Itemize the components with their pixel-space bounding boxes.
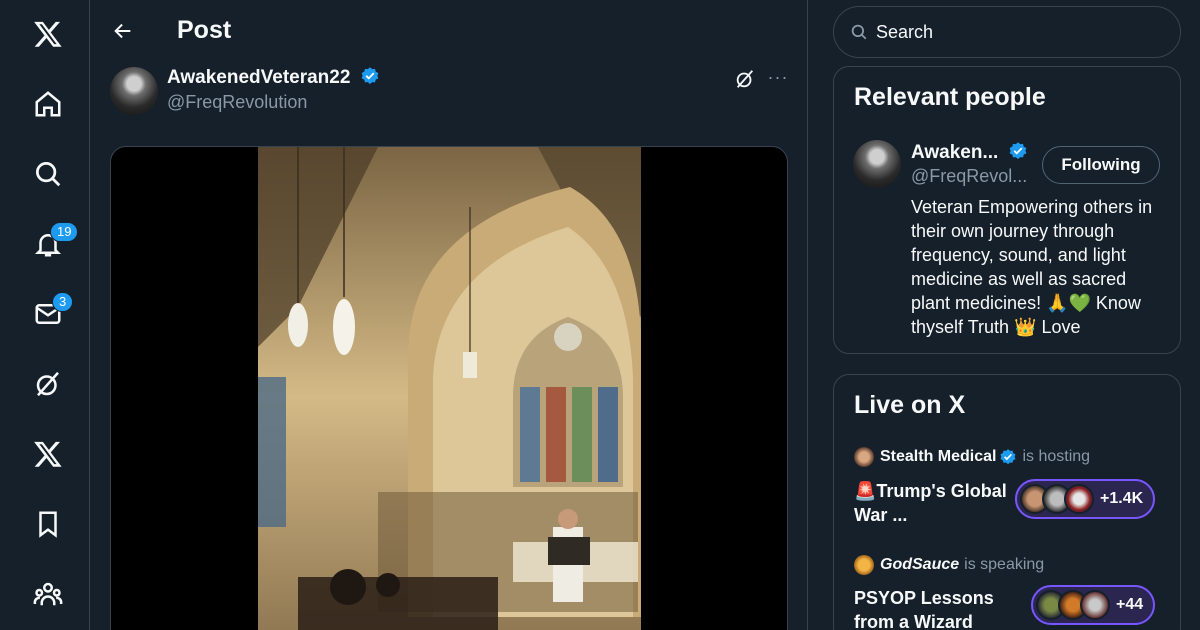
space-listeners[interactable]: +44 [1031,585,1156,625]
search-input[interactable]: Search [833,6,1181,58]
live-on-x-title: Live on X [854,391,966,419]
relevant-people-title: Relevant people [854,83,1046,111]
home-icon[interactable] [26,82,70,126]
bookmarks-icon[interactable] [26,502,70,546]
host-avatar [854,447,874,467]
verified-badge-icon [361,67,379,85]
space-host-row: Stealth Medical is hosting [854,447,1090,467]
right-sidebar: Search Relevant people Awaken... @FreqRe… [808,0,1200,630]
listener-count: +44 [1116,596,1144,613]
space-host-name: GodSauce [880,556,960,573]
following-button[interactable]: Following [1042,146,1160,184]
author-avatar[interactable] [110,67,158,115]
notifications-bell-icon[interactable]: 19 [26,222,79,266]
church-interior-image [258,147,641,630]
verified-badge-icon [1009,142,1026,160]
notifications-badge: 19 [50,222,79,242]
back-arrow-icon[interactable] [108,14,138,48]
grok-explain-icon[interactable] [734,68,756,90]
listener-avatar [1064,484,1094,514]
listener-avatar [1080,590,1110,620]
author-name: AwakenedVeteran22 [167,67,351,88]
grok-icon[interactable] [26,362,70,406]
space-host-row: GodSauce is speaking [854,555,1044,575]
left-navigation: 19 3 [0,0,90,630]
messages-badge: 3 [52,292,74,312]
space-title[interactable]: PSYOP Lessons from a Wizard [854,586,1014,630]
explore-search-icon[interactable] [26,152,70,196]
messages-envelope-icon[interactable]: 3 [26,292,74,336]
main-column: Post AwakenedVeteran22 @FreqRevolution ·… [90,0,808,630]
communities-icon[interactable] [26,572,70,616]
search-placeholder: Search [876,21,934,42]
live-on-x-card: Live on X Stealth Medical is hosting 🚨Tr… [833,374,1181,630]
premium-x-icon[interactable] [26,432,70,476]
relevant-person-name-link[interactable]: Awaken... [911,141,1028,164]
relevant-person-bio: Veteran Empowering others in their own j… [911,197,1153,337]
video-frame [258,147,641,630]
x-logo-icon[interactable] [26,12,70,56]
listener-count: +1.4K [1100,490,1144,507]
relevant-person-avatar[interactable] [853,140,901,188]
space-host-status: is speaking [964,556,1045,573]
search-icon [851,24,867,40]
space-listeners[interactable]: +1.4K [1015,479,1156,519]
relevant-person-handle: @FreqRevol... [911,166,1028,186]
page-title: Post [177,16,232,44]
relevant-person-name: Awaken... [911,142,999,163]
relevant-people-card: Relevant people Awaken... @FreqRevol... … [833,66,1181,354]
space-host-name: Stealth Medical [880,448,997,465]
space-host-status: is hosting [1022,448,1091,465]
post-header: Post [90,0,808,62]
space-title[interactable]: 🚨Trump's Global War ... [854,479,1014,527]
post-video[interactable] [110,146,788,630]
more-options-icon[interactable]: ··· [766,68,790,90]
author-name-link[interactable]: AwakenedVeteran22 [167,66,380,89]
verified-badge-icon [1000,449,1016,465]
host-avatar [854,555,874,575]
author-handle: @FreqRevolution [167,92,308,112]
